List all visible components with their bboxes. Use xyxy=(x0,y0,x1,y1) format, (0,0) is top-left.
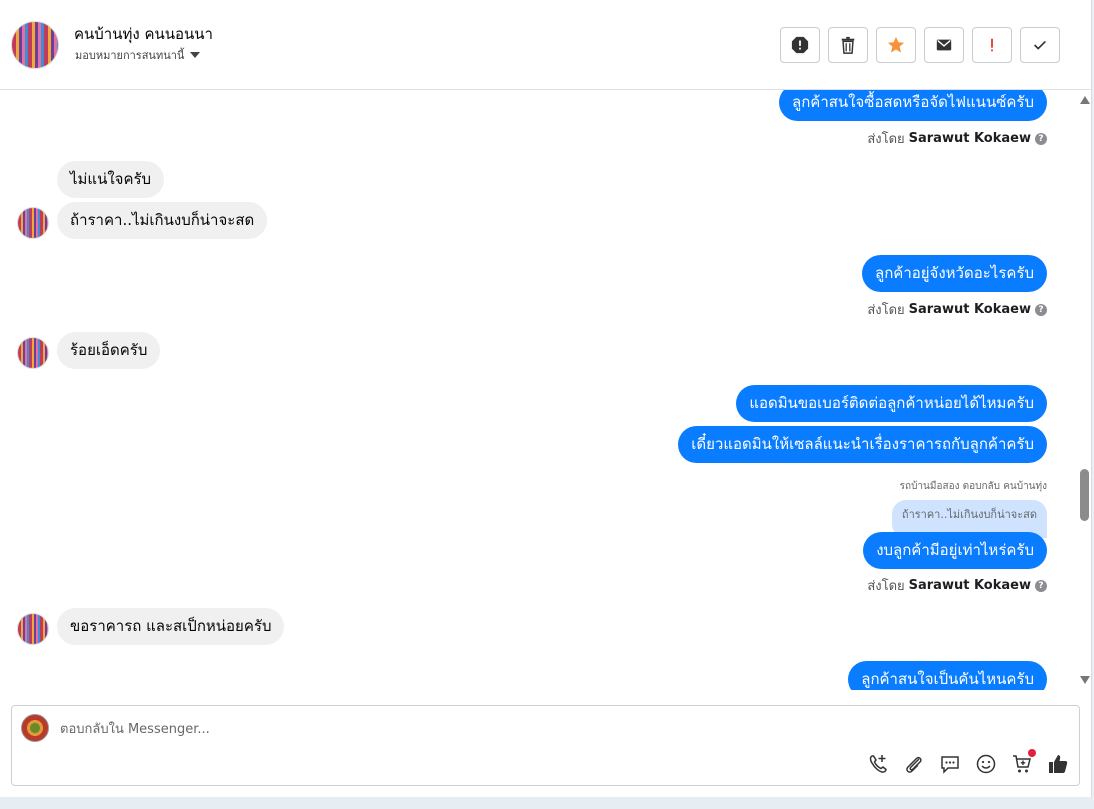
message-incoming[interactable]: ถ้าราคา..ไม่เกินงบก็น่าจะสด xyxy=(57,202,268,239)
add-call-button[interactable] xyxy=(866,752,890,776)
message-incoming[interactable]: ร้อยเอ็ดครับ xyxy=(57,332,161,369)
emoji-icon xyxy=(976,754,996,774)
message-incoming[interactable]: ไม่แน่ใจครับ xyxy=(57,161,165,198)
mark-unread-button[interactable] xyxy=(924,27,964,63)
star-button[interactable] xyxy=(876,27,916,63)
page-footer-strip xyxy=(0,797,1094,809)
notification-dot xyxy=(1028,749,1036,757)
message-outgoing[interactable]: ลูกค้าอยู่จังหวัดอะไรครับ xyxy=(862,255,1047,292)
report-icon xyxy=(791,36,809,54)
like-icon xyxy=(1049,755,1068,773)
scrollbar-thumb[interactable] xyxy=(1080,469,1089,521)
sender-name: Sarawut Kokaew xyxy=(908,578,1031,593)
contact-name[interactable]: คนบ้านทุ่ง คนนอนนา xyxy=(74,22,213,46)
caret-down-icon xyxy=(190,52,201,58)
saved-reply-icon xyxy=(941,756,959,774)
mark-important-button[interactable] xyxy=(972,27,1012,63)
help-icon[interactable]: ? xyxy=(1035,303,1047,316)
attach-button[interactable] xyxy=(902,752,926,776)
message-outgoing[interactable]: ลูกค้าสนใจเป็นคันไหนครับ xyxy=(848,661,1047,690)
message-incoming[interactable]: ขอราคารถ และสเป็กหน่อยครับ xyxy=(57,608,285,645)
sent-by-label: ส่งโดย Sarawut Kokaew ? xyxy=(867,299,1047,320)
messenger-inbox-panel: คนบ้านทุ่ง คนนอนนา มอบหมายการสนทนานี้ ลู… xyxy=(0,0,1092,797)
message-outgoing[interactable]: งบลูกค้ามีอยู่เท่าไหร่ครับ xyxy=(863,532,1047,569)
shop-button[interactable] xyxy=(1010,749,1036,776)
reply-input[interactable] xyxy=(60,718,860,740)
conversation-actions xyxy=(780,27,1060,63)
scroll-up-arrow-icon[interactable] xyxy=(1080,96,1090,104)
contact-avatar-small xyxy=(17,337,49,369)
sent-by-label: ส่งโดย Sarawut Kokaew ? xyxy=(867,575,1047,596)
contact-avatar[interactable] xyxy=(11,21,59,69)
sender-name: Sarawut Kokaew xyxy=(908,302,1031,317)
mail-icon xyxy=(936,39,952,51)
trash-icon xyxy=(841,36,855,54)
assign-conversation-dropdown[interactable]: มอบหมายการสนทนานี้ xyxy=(75,46,201,64)
composer-tools xyxy=(866,749,1070,776)
reply-composer xyxy=(11,705,1080,786)
message-outgoing[interactable]: ลูกค้าสนใจซื้อสดหรือจัดไฟแนนซ์ครับ xyxy=(779,90,1047,121)
message-outgoing[interactable]: แอดมินขอเบอร์ติดต่อลูกค้าหน่อยได้ไหมครับ xyxy=(736,385,1047,422)
help-icon[interactable]: ? xyxy=(1035,579,1047,592)
reply-context-label: รถบ้านมือสอง ตอบกลับ คนบ้านทุ่ง xyxy=(899,481,1047,492)
report-button[interactable] xyxy=(780,27,820,63)
contact-avatar-small xyxy=(17,207,49,239)
saved-replies-button[interactable] xyxy=(938,752,962,776)
sent-by-label: ส่งโดย Sarawut Kokaew ? xyxy=(867,128,1047,149)
check-icon xyxy=(1034,40,1046,50)
sender-name: Sarawut Kokaew xyxy=(908,131,1031,146)
sent-by-prefix: ส่งโดย xyxy=(867,132,905,147)
page-avatar xyxy=(21,714,49,742)
delete-button[interactable] xyxy=(828,27,868,63)
emoji-button[interactable] xyxy=(974,752,998,776)
message-thread[interactable]: ลูกค้าสนใจซื้อสดหรือจัดไฟแนนซ์ครับ ส่งโด… xyxy=(0,90,1077,690)
exclamation-icon xyxy=(991,38,993,52)
sent-by-prefix: ส่งโดย xyxy=(867,303,905,318)
message-outgoing[interactable]: เดี๋ยวแอดมินให้เซลล์แนะนำเรื่องราคารถกับ… xyxy=(678,426,1047,463)
scroll-down-arrow-icon[interactable] xyxy=(1080,676,1090,684)
star-icon xyxy=(887,36,905,53)
like-button[interactable] xyxy=(1046,752,1070,776)
assign-label: มอบหมายการสนทนานี้ xyxy=(75,49,185,62)
help-icon[interactable]: ? xyxy=(1035,132,1047,145)
contact-avatar-small xyxy=(17,613,49,645)
conversation-header: คนบ้านทุ่ง คนนอนนา มอบหมายการสนทนานี้ xyxy=(0,0,1092,90)
add-call-icon xyxy=(869,755,887,773)
attachment-icon xyxy=(906,756,922,773)
mark-done-button[interactable] xyxy=(1020,27,1060,63)
sent-by-prefix: ส่งโดย xyxy=(867,579,905,594)
